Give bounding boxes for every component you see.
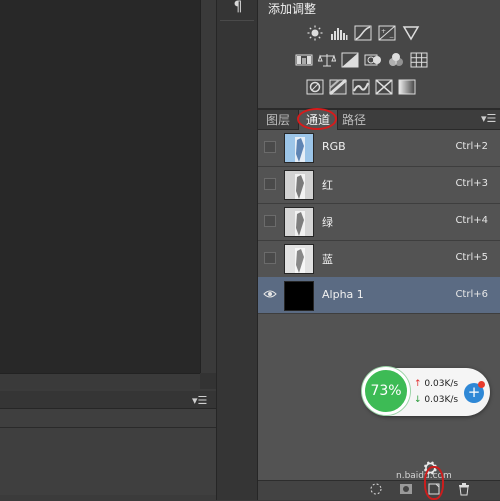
channel-visibility-checkbox[interactable] xyxy=(264,252,276,264)
channel-name: 红 xyxy=(322,179,333,192)
download-speed-value: 0.03K/s xyxy=(424,395,459,405)
photo-filter-icon[interactable] xyxy=(363,51,383,69)
bottom-panel-menu-icon[interactable]: ▾☰ xyxy=(192,395,207,406)
color-lookup-icon[interactable] xyxy=(409,51,429,69)
color-balance-icon[interactable] xyxy=(317,51,337,69)
channel-row-blue[interactable]: 蓝 Ctrl+5 xyxy=(258,240,500,278)
svg-text:−: − xyxy=(389,34,394,41)
adjustments-row-1: + − xyxy=(305,24,421,42)
channel-shortcut: Ctrl+3 xyxy=(455,178,488,189)
tab-layers[interactable]: 图层 xyxy=(262,110,294,130)
channel-thumbnail xyxy=(284,244,314,274)
channel-thumbnail xyxy=(284,170,314,200)
channels-panel-menu-icon[interactable]: ▾☰ xyxy=(481,113,496,124)
posterize-icon[interactable] xyxy=(328,78,348,96)
download-speed: ↓ 0.03K/s xyxy=(414,395,458,405)
tab-paths[interactable]: 路径 xyxy=(338,110,370,130)
channel-thumbnail xyxy=(284,207,314,237)
load-selection-icon[interactable] xyxy=(367,482,385,498)
channel-row-alpha[interactable]: Alpha 1 Ctrl+6 xyxy=(258,277,500,314)
dock-divider xyxy=(220,20,254,21)
threshold-icon[interactable] xyxy=(351,78,371,96)
speed-percent-badge[interactable]: 73% xyxy=(362,367,410,415)
channel-mixer-icon[interactable] xyxy=(386,51,406,69)
upload-speed-value: 0.03K/s xyxy=(424,379,459,389)
paragraph-icon[interactable]: ¶ xyxy=(226,0,250,18)
channel-row-rgb[interactable]: RGB Ctrl+2 xyxy=(258,129,500,167)
trash-icon[interactable] xyxy=(455,482,473,498)
channel-visibility-checkbox[interactable] xyxy=(264,141,276,153)
channel-shortcut: Ctrl+4 xyxy=(455,215,488,226)
channel-name: 蓝 xyxy=(322,253,333,266)
panel-dock-strip xyxy=(216,0,258,500)
exposure-icon[interactable]: + − xyxy=(377,24,397,42)
channel-row-red[interactable]: 红 Ctrl+3 xyxy=(258,166,500,204)
channel-visibility-checkbox[interactable] xyxy=(264,215,276,227)
channel-thumbnail xyxy=(284,133,314,163)
channel-shortcut: Ctrl+6 xyxy=(455,289,488,300)
selective-color-icon[interactable] xyxy=(374,78,394,96)
scrollbar-corner xyxy=(200,373,216,389)
svg-text:+: + xyxy=(381,28,386,35)
channel-row-green[interactable]: 绿 Ctrl+4 xyxy=(258,203,500,241)
channel-shortcut: Ctrl+5 xyxy=(455,252,488,263)
document-canvas[interactable] xyxy=(0,0,200,373)
canvas-vertical-scrollbar[interactable] xyxy=(200,0,216,373)
channel-name: 绿 xyxy=(322,216,333,229)
save-selection-icon[interactable] xyxy=(397,482,415,498)
channel-visibility-checkbox[interactable] xyxy=(264,178,276,190)
adjustments-row-3 xyxy=(305,78,417,96)
gradient-map-icon[interactable] xyxy=(397,78,417,96)
down-arrow-icon: ↓ xyxy=(414,395,422,405)
hue-saturation-icon[interactable] xyxy=(294,51,314,69)
invert-icon[interactable] xyxy=(305,78,325,96)
eye-icon[interactable] xyxy=(263,289,277,301)
upload-speed: ↑ 0.03K/s xyxy=(414,379,458,389)
levels-icon[interactable] xyxy=(329,24,349,42)
channel-thumbnail xyxy=(284,281,314,311)
annotation-circle-tab xyxy=(297,108,337,130)
channel-name: RGB xyxy=(322,140,346,153)
channel-name: Alpha 1 xyxy=(322,288,364,301)
curves-icon[interactable] xyxy=(353,24,373,42)
brightness-contrast-icon[interactable] xyxy=(305,24,325,42)
black-white-icon[interactable] xyxy=(340,51,360,69)
adjustments-row-2 xyxy=(294,51,429,69)
notification-dot xyxy=(478,381,485,388)
annotation-circle-delete xyxy=(424,466,444,500)
adjustments-title: 添加调整 xyxy=(268,2,317,16)
up-arrow-icon: ↑ xyxy=(414,379,422,389)
vibrance-icon[interactable] xyxy=(401,24,421,42)
bottom-panel-divider xyxy=(0,427,216,428)
channel-shortcut: Ctrl+2 xyxy=(455,141,488,152)
panel-tab-bar xyxy=(258,110,500,130)
canvas-horizontal-scrollbar[interactable] xyxy=(0,373,216,389)
bottom-panel-header xyxy=(0,391,216,409)
